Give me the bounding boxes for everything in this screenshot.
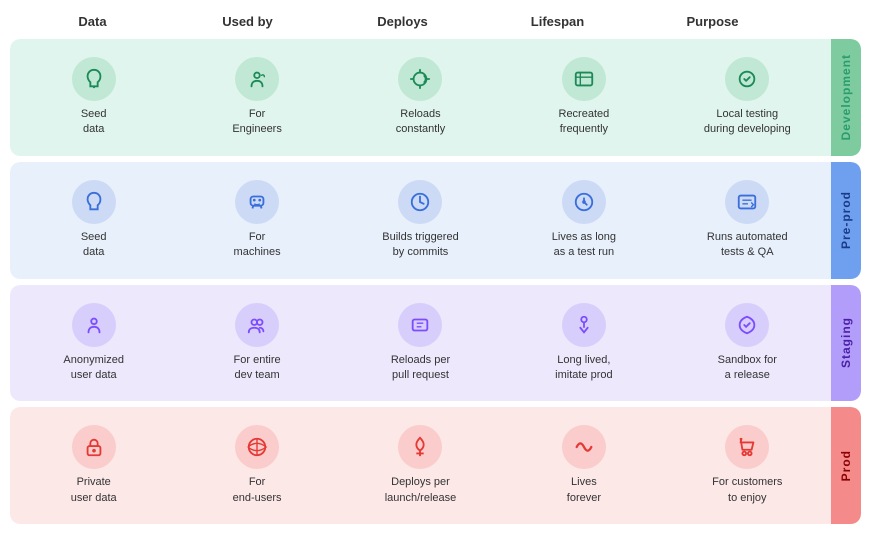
section-label-text-staging: Staging [839, 317, 853, 368]
main-container: Data Used by Deploys Lifespan Purpose Se… [0, 0, 871, 540]
section-label-prod: Prod [831, 407, 861, 524]
section-label-pre-prod: Pre-prod [831, 162, 861, 279]
cell-development-4: Local testing during developing [668, 49, 827, 146]
col-header-purpose: Purpose [635, 10, 790, 33]
cell-label-development-2: Reloads constantly [396, 107, 446, 138]
cell-label-development-3: Recreated frequently [559, 107, 610, 138]
cell-label-prod-2: Deploys per launch/release [385, 475, 457, 506]
cell-staging-1: For entire dev team [177, 295, 336, 392]
cell-label-development-4: Local testing during developing [704, 107, 791, 138]
icon-development-3 [562, 57, 606, 101]
col-header-lifespan: Lifespan [480, 10, 635, 33]
col-header-usedby: Used by [170, 10, 325, 33]
section-development: Seed data For Engineers Reloads constantly… [10, 39, 861, 156]
cell-staging-4: Sandbox for a release [668, 295, 827, 392]
cell-label-development-1: For Engineers [232, 107, 282, 138]
icon-prod-0 [72, 425, 116, 469]
cell-label-staging-0: Anonymized user data [63, 353, 124, 384]
icon-staging-0 [72, 303, 116, 347]
cell-label-prod-4: For customers to enjoy [712, 475, 782, 506]
icon-prod-1 [235, 425, 279, 469]
cell-development-2: Reloads constantly [341, 49, 500, 146]
section-prod: Private user data For end-users Deploys pe… [10, 407, 861, 524]
cell-prod-2: Deploys per launch/release [341, 417, 500, 514]
cell-development-3: Recreated frequently [504, 49, 663, 146]
cell-prod-1: For end-users [177, 417, 336, 514]
icon-development-1 [235, 57, 279, 101]
section-grid-pre-prod: Seed data For machines Builds triggered by… [10, 162, 831, 279]
cell-pre-prod-1: For machines [177, 172, 336, 269]
header-row: Data Used by Deploys Lifespan Purpose [10, 10, 861, 33]
icon-pre-prod-1 [235, 180, 279, 224]
cell-label-prod-1: For end-users [233, 475, 282, 506]
section-label-staging: Staging [831, 285, 861, 402]
cell-staging-0: Anonymized user data [14, 295, 173, 392]
icon-prod-3 [562, 425, 606, 469]
section-grid-development: Seed data For Engineers Reloads constantly… [10, 39, 831, 156]
cell-label-pre-prod-2: Builds triggered by commits [382, 230, 458, 261]
icon-development-4 [725, 57, 769, 101]
sections-container: Seed data For Engineers Reloads constantly… [10, 39, 861, 524]
cell-pre-prod-0: Seed data [14, 172, 173, 269]
section-label-text-development: Development [839, 54, 853, 140]
cell-prod-3: Lives forever [504, 417, 663, 514]
cell-label-staging-3: Long lived, imitate prod [555, 353, 612, 384]
cell-pre-prod-3: Lives as long as a test run [504, 172, 663, 269]
icon-staging-2 [398, 303, 442, 347]
section-label-development: Development [831, 39, 861, 156]
icon-staging-4 [725, 303, 769, 347]
section-staging: Anonymized user data For entire dev team R… [10, 285, 861, 402]
cell-label-staging-2: Reloads per pull request [391, 353, 450, 384]
cell-prod-0: Private user data [14, 417, 173, 514]
section-label-text-pre-prod: Pre-prod [839, 191, 853, 249]
icon-pre-prod-3 [562, 180, 606, 224]
icon-pre-prod-2 [398, 180, 442, 224]
cell-label-pre-prod-3: Lives as long as a test run [552, 230, 616, 261]
icon-prod-4 [725, 425, 769, 469]
cell-development-0: Seed data [14, 49, 173, 146]
cell-staging-3: Long lived, imitate prod [504, 295, 663, 392]
cell-label-staging-1: For entire dev team [234, 353, 281, 384]
icon-development-2 [398, 57, 442, 101]
icon-development-0 [72, 57, 116, 101]
cell-label-development-0: Seed data [81, 107, 107, 138]
cell-pre-prod-2: Builds triggered by commits [341, 172, 500, 269]
cell-pre-prod-4: Runs automated tests & QA [668, 172, 827, 269]
cell-prod-4: For customers to enjoy [668, 417, 827, 514]
cell-label-staging-4: Sandbox for a release [718, 353, 777, 384]
cell-label-pre-prod-0: Seed data [81, 230, 107, 261]
icon-prod-2 [398, 425, 442, 469]
col-header-data: Data [15, 10, 170, 33]
cell-label-prod-0: Private user data [71, 475, 117, 506]
cell-development-1: For Engineers [177, 49, 336, 146]
section-grid-prod: Private user data For end-users Deploys pe… [10, 407, 831, 524]
icon-staging-3 [562, 303, 606, 347]
section-grid-staging: Anonymized user data For entire dev team R… [10, 285, 831, 402]
col-header-deploys: Deploys [325, 10, 480, 33]
cell-staging-2: Reloads per pull request [341, 295, 500, 392]
section-pre-prod: Seed data For machines Builds triggered by… [10, 162, 861, 279]
cell-label-pre-prod-1: For machines [234, 230, 281, 261]
icon-staging-1 [235, 303, 279, 347]
icon-pre-prod-4 [725, 180, 769, 224]
cell-label-pre-prod-4: Runs automated tests & QA [707, 230, 788, 261]
icon-pre-prod-0 [72, 180, 116, 224]
cell-label-prod-3: Lives forever [567, 475, 601, 506]
section-label-text-prod: Prod [839, 450, 853, 481]
